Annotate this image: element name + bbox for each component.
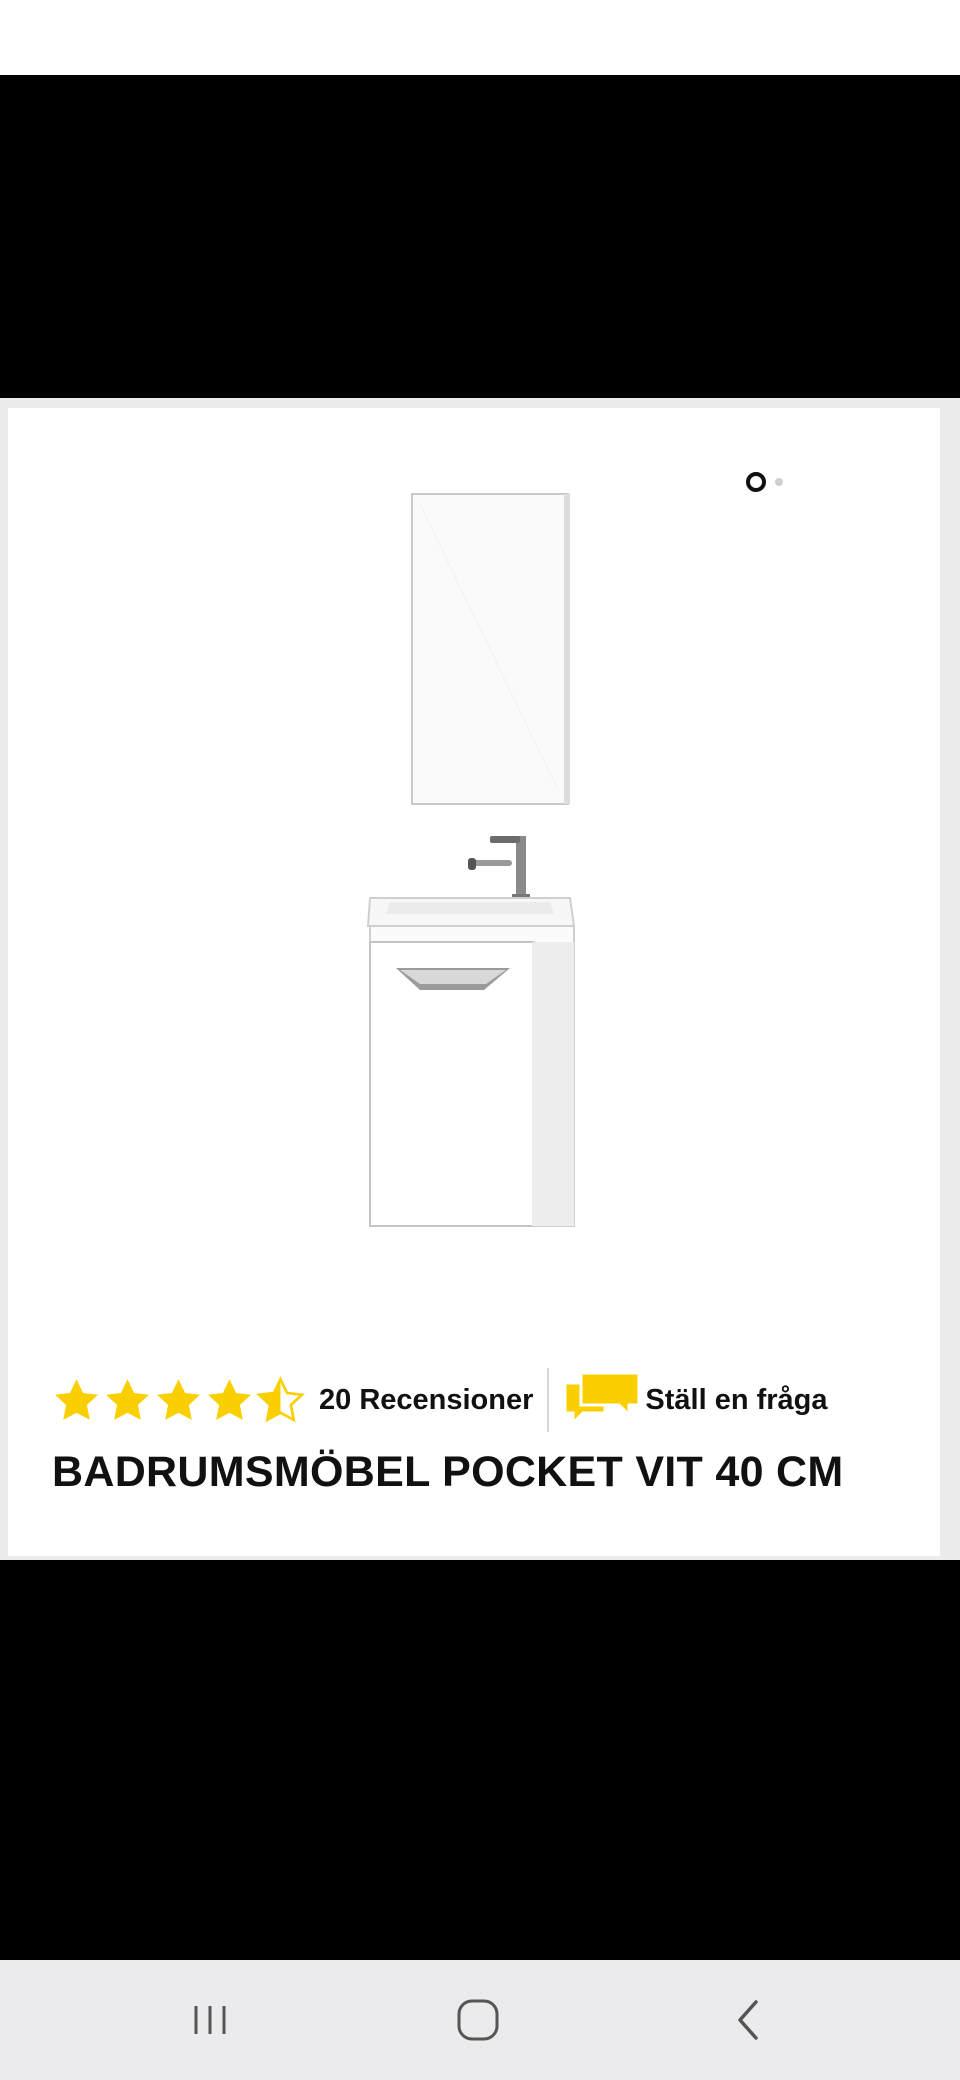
- star-full-icon: [208, 1378, 251, 1420]
- back-icon: [738, 2000, 758, 2040]
- chat-bubbles-icon[interactable]: [561, 1369, 643, 1431]
- home-icon: [457, 1999, 499, 2041]
- system-navigation-bar: [0, 1960, 960, 2080]
- basin-shape: [366, 897, 576, 927]
- product-image[interactable]: [360, 490, 590, 1235]
- review-count-link[interactable]: 20 Recensioner: [319, 1384, 533, 1417]
- black-region-bottom: [0, 1560, 960, 1960]
- recent-apps-button[interactable]: [170, 1988, 250, 2052]
- carousel-dot-active[interactable]: [746, 472, 766, 492]
- star-full-icon: [106, 1378, 149, 1420]
- star-full-icon: [55, 1378, 98, 1420]
- star-half-icon: [256, 1375, 305, 1422]
- mirror-shape: [411, 493, 570, 805]
- product-title: BADRUMSMÖBEL POCKET VIT 40 CM: [52, 1448, 844, 1496]
- carousel-dot[interactable]: [775, 478, 783, 486]
- cabinet-shape: [369, 925, 575, 1227]
- recent-apps-icon: [194, 2006, 226, 2034]
- screen: 20 Recensioner Ställ en fråga BADRUMSMÖB…: [0, 0, 960, 2080]
- home-button[interactable]: [438, 1988, 518, 2052]
- carousel-indicator[interactable]: [746, 472, 783, 492]
- star-full-icon: [157, 1378, 200, 1420]
- black-region-top: [0, 75, 960, 398]
- faucet-shape: [468, 836, 530, 900]
- divider: [547, 1368, 550, 1432]
- rating-row: 20 Recensioner Ställ en fråga: [52, 1368, 828, 1432]
- ask-question-link[interactable]: Ställ en fråga: [645, 1384, 827, 1417]
- back-button[interactable]: [708, 1988, 788, 2052]
- star-rating[interactable]: [52, 1375, 305, 1425]
- status-area: [0, 0, 960, 75]
